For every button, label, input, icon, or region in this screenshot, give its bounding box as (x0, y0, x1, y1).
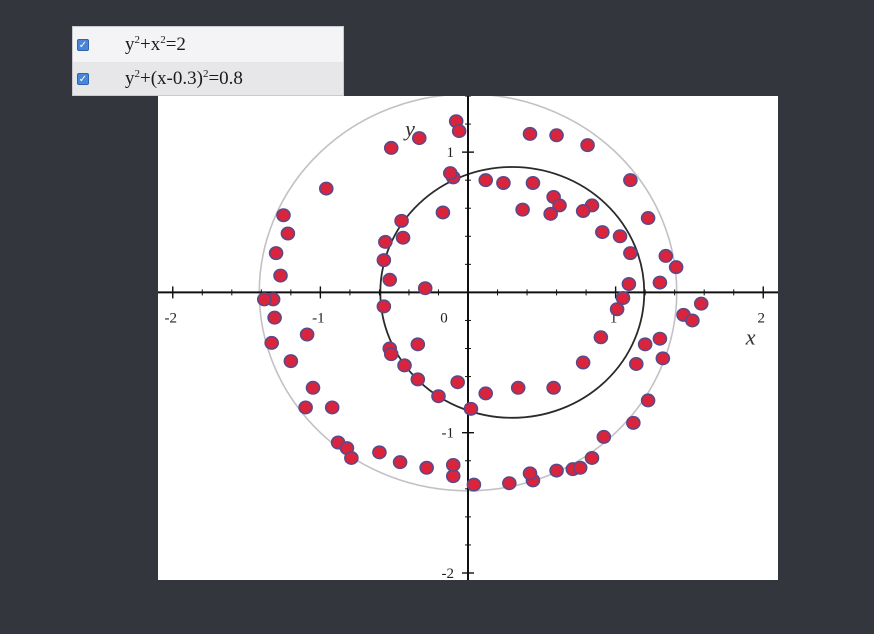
data-point (515, 202, 530, 217)
data-point (324, 400, 340, 415)
data-point (510, 380, 526, 395)
data-point (572, 460, 588, 475)
data-point (451, 124, 467, 139)
data-point (445, 457, 461, 472)
data-point (280, 226, 296, 241)
x-tick-label: 0 (440, 310, 448, 326)
data-point (546, 380, 561, 395)
data-point (525, 175, 541, 190)
y-tick-label: -2 (442, 566, 455, 580)
data-point (640, 211, 656, 226)
data-point (595, 225, 610, 240)
data-point (652, 331, 668, 346)
legend-equation: y2+x2=2 (125, 33, 186, 55)
data-point (372, 445, 387, 460)
data-point (549, 128, 564, 143)
plot-area: -2 -1 0 1 2 -2 -1 1 x y (158, 93, 778, 582)
checkbox-checked-icon[interactable]: ✓ (77, 72, 89, 85)
x-axis-label: x (745, 324, 756, 349)
data-point (344, 450, 359, 465)
data-point (419, 460, 434, 475)
x-tick-label: -1 (312, 310, 325, 326)
data-point (549, 463, 564, 478)
data-point (264, 335, 279, 350)
data-point (417, 281, 433, 296)
data-point (623, 246, 638, 261)
data-point (383, 140, 399, 155)
y-tick-label: 1 (447, 145, 455, 161)
data-point (580, 138, 595, 153)
data-point (450, 375, 465, 390)
data-point (593, 330, 609, 345)
x-tick-label: -2 (165, 310, 178, 326)
data-point (612, 229, 628, 244)
data-point (655, 351, 671, 366)
data-point (299, 327, 315, 342)
data-point (268, 246, 284, 261)
checkbox-checked-icon[interactable]: ✓ (77, 38, 89, 51)
data-point (609, 302, 625, 317)
legend-item-circle[interactable]: ✓ y2+x2=2 (73, 28, 343, 61)
data-point (318, 181, 334, 196)
legend: ✓ y2+x2=2 ✓ y2+(x-0.3)2=0.8 (72, 26, 344, 96)
data-point (575, 355, 591, 370)
legend-item-shifted-circle[interactable]: ✓ y2+(x-0.3)2=0.8 (73, 62, 343, 95)
data-point (502, 476, 517, 491)
data-point (522, 466, 538, 481)
data-point (383, 347, 399, 362)
data-point (693, 296, 709, 311)
data-point (395, 230, 411, 245)
data-point (640, 393, 656, 408)
data-point (637, 337, 653, 352)
data-point (652, 275, 668, 290)
data-point (668, 260, 684, 275)
legend-equation: y2+(x-0.3)2=0.8 (125, 67, 243, 89)
data-point (273, 268, 288, 283)
data-point (466, 477, 482, 492)
data-point (410, 372, 426, 387)
data-point (584, 450, 600, 465)
data-point (621, 276, 637, 291)
data-point (626, 415, 641, 430)
data-point (397, 358, 412, 373)
data-point (283, 354, 299, 369)
data-point (378, 234, 393, 249)
data-point (623, 173, 638, 188)
data-point (376, 299, 392, 314)
data-point (658, 248, 674, 263)
x-tick-label: 2 (757, 310, 765, 326)
data-point (478, 386, 494, 401)
data-point (522, 126, 538, 141)
data-point (394, 213, 409, 228)
data-point (431, 389, 446, 404)
data-point (496, 175, 511, 190)
data-point (376, 253, 392, 268)
data-point (256, 292, 272, 307)
y-tick-label: -1 (442, 426, 455, 442)
data-point (267, 310, 282, 325)
data-point (685, 313, 700, 328)
data-point (596, 429, 612, 444)
data-point (575, 204, 591, 219)
scatter-chart: -2 -1 0 1 2-2-11xy (158, 93, 778, 582)
data-point (478, 173, 494, 188)
data-point (435, 205, 451, 220)
data-point (628, 356, 644, 371)
data-point (410, 337, 426, 352)
data-point (382, 272, 398, 287)
data-point (463, 401, 479, 416)
data-point (298, 400, 313, 415)
data-point (442, 166, 458, 181)
data-point (305, 380, 321, 395)
data-point (543, 206, 558, 221)
data-point (411, 131, 427, 146)
data-point (276, 208, 291, 223)
data-point (392, 455, 408, 470)
